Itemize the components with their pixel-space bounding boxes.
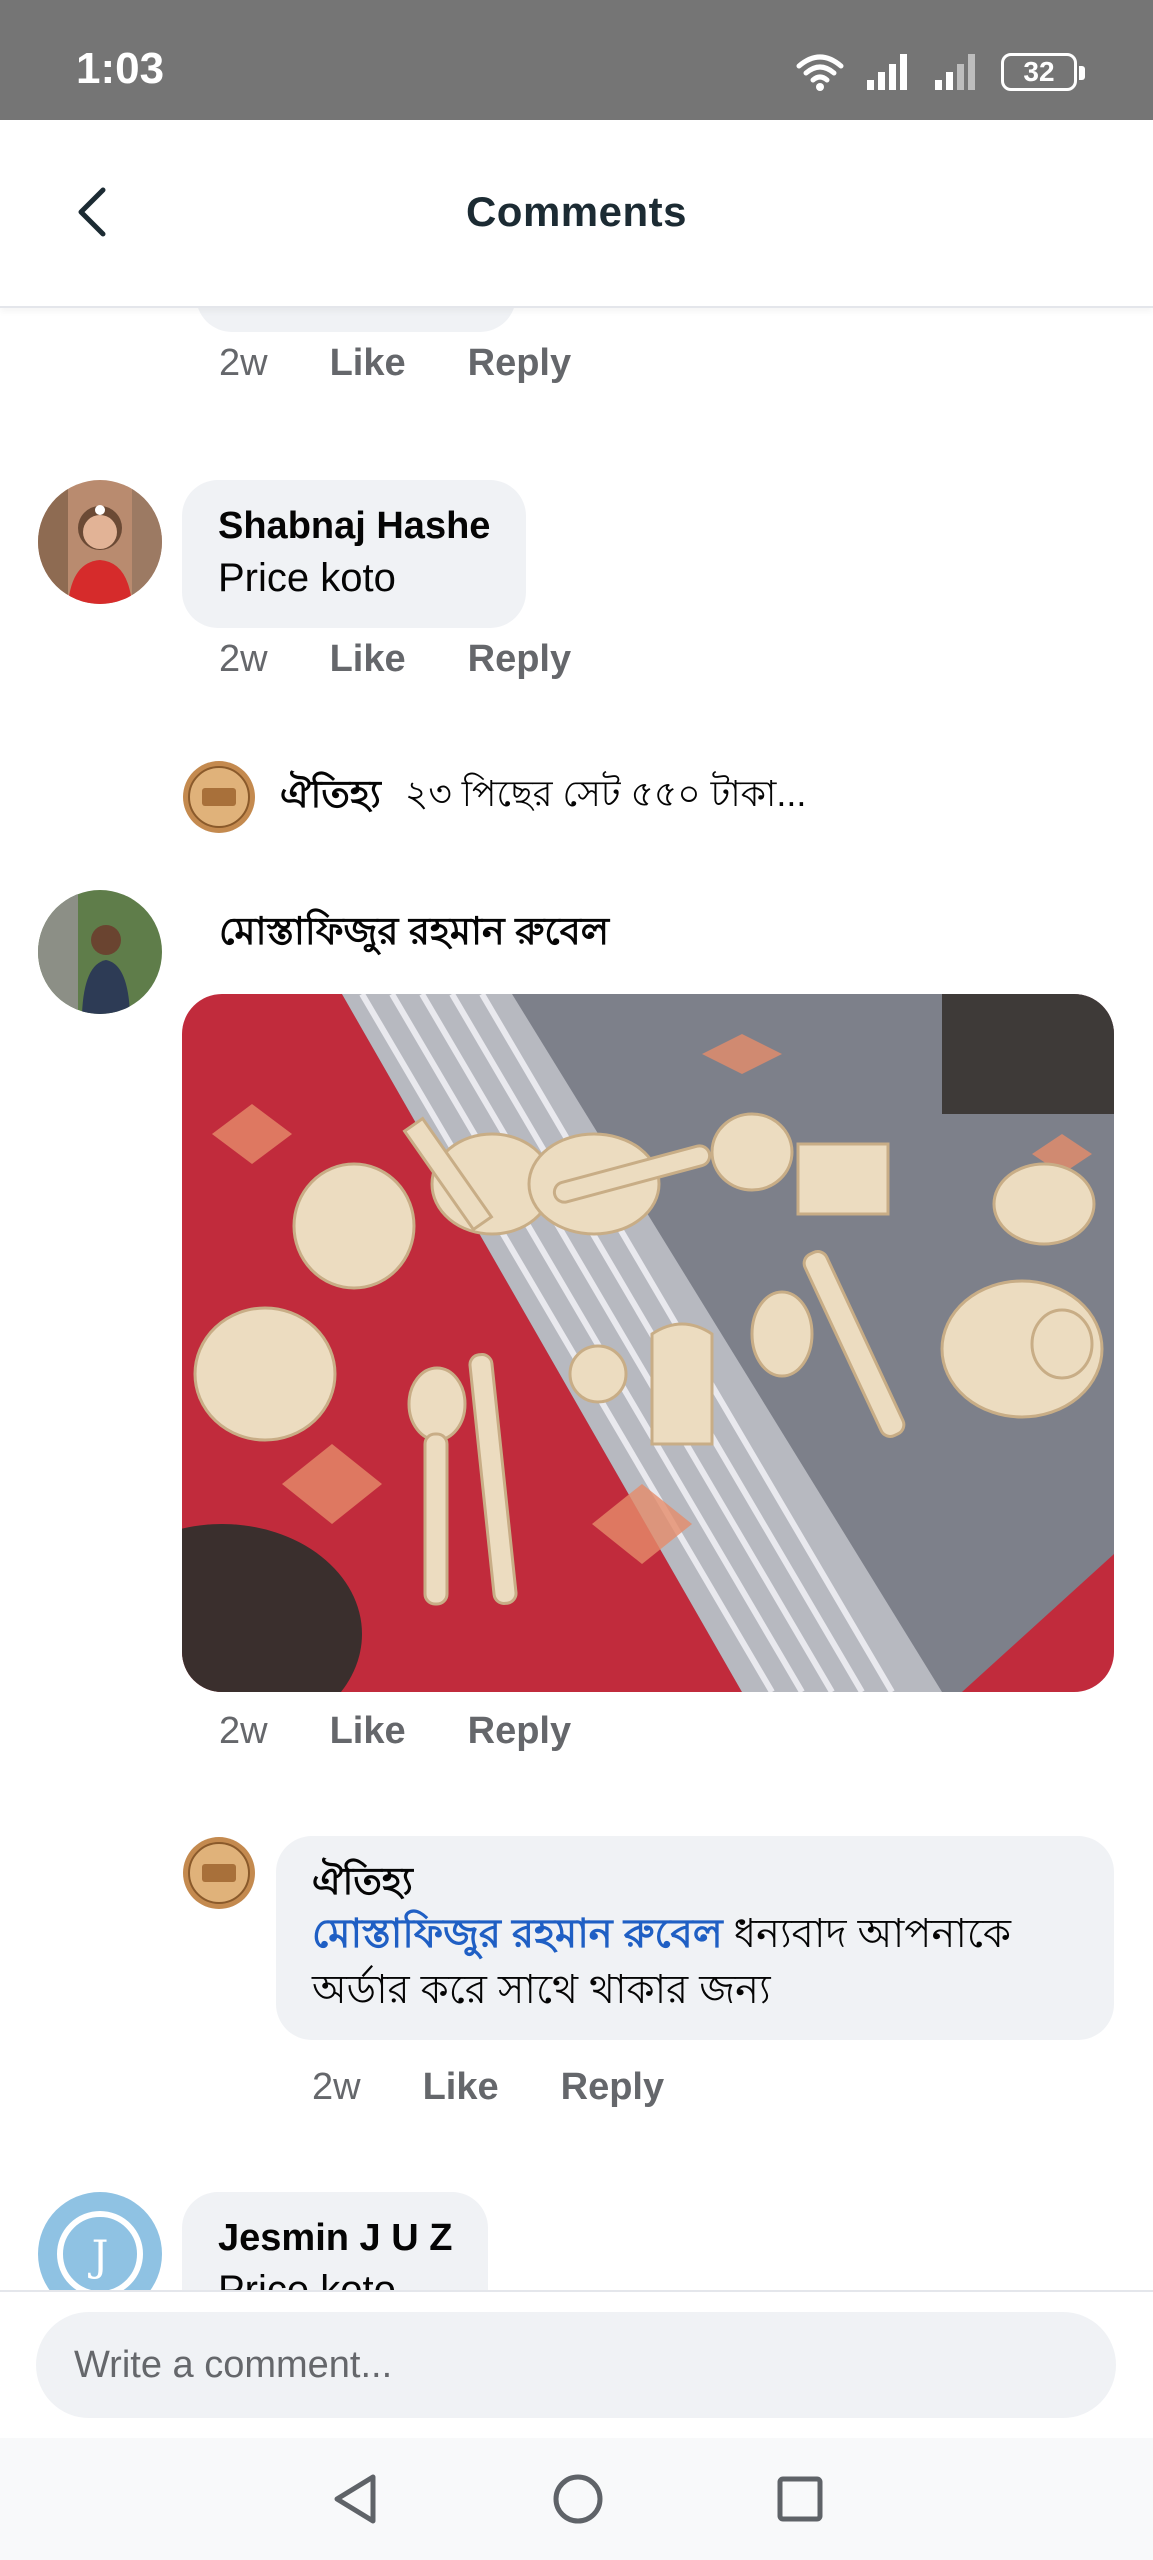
- status-time: 1:03: [76, 44, 165, 93]
- svg-text:J: J: [88, 2231, 109, 2280]
- battery-level: 32: [1023, 56, 1055, 87]
- home-circle-icon[interactable]: [551, 2472, 605, 2526]
- comment-actions: 2w Like Reply: [219, 342, 571, 385]
- comment-image[interactable]: [182, 994, 1114, 1692]
- reply-time: 2w: [312, 2066, 361, 2108]
- comment-input[interactable]: [36, 2312, 1116, 2418]
- signal-weak-icon: [935, 54, 975, 90]
- reply-text: ধন্যবাদ আপনাকে: [722, 1912, 1011, 1956]
- comment-text: Price koto: [218, 2268, 396, 2290]
- comment-actions: 2w Like Reply: [219, 1710, 571, 1753]
- reply-preview-author: ঐতিহ্য: [280, 774, 381, 816]
- reply-text-line1: মোস্তাফিজুর রহমান রুবেল ধন্যবাদ আপনাকে: [312, 1906, 1078, 1962]
- reply-text-line2: অর্ডার করে সাথে থাকার জন্য: [312, 1968, 771, 2012]
- reply-button[interactable]: Reply: [468, 342, 571, 385]
- comment-bubble[interactable]: Shabnaj Hashe Price koto: [182, 480, 527, 628]
- like-button[interactable]: Like: [330, 1710, 406, 1753]
- reply-author[interactable]: ঐতিহ্য: [312, 1858, 1078, 1906]
- comment-actions: 2w Like Reply: [219, 638, 571, 681]
- comment-time: 2w: [219, 342, 268, 384]
- comment-time: 2w: [219, 1710, 268, 1752]
- reply-button[interactable]: Reply: [468, 638, 571, 681]
- wifi-icon: [796, 54, 844, 91]
- like-button[interactable]: Like: [423, 2066, 499, 2109]
- page-avatar[interactable]: [182, 1836, 256, 1910]
- signal-icon: [867, 54, 907, 90]
- comment-composer: [0, 2290, 1153, 2438]
- status-bar: 1:03 32: [0, 0, 1153, 120]
- avatar[interactable]: [38, 890, 162, 1014]
- comment-author[interactable]: মোস্তাফিজুর রহমান রুবেল: [219, 908, 609, 956]
- comment-time: 2w: [219, 638, 268, 680]
- avatar[interactable]: J: [38, 2192, 162, 2290]
- system-nav-bar: [0, 2438, 1153, 2560]
- avatar[interactable]: [38, 480, 162, 604]
- back-triangle-icon[interactable]: [329, 2471, 381, 2527]
- comment-bubble-partial: [196, 308, 516, 332]
- comment-author[interactable]: Jesmin J U Z: [218, 2214, 452, 2262]
- like-button[interactable]: Like: [330, 638, 406, 681]
- reply-actions: 2w Like Reply: [312, 2066, 664, 2109]
- page-title: Comments: [465, 188, 688, 235]
- reply-preview[interactable]: ঐতিহ্য ২৩ পিছের সেট ৫৫০ টাকা...: [182, 760, 806, 834]
- comment-text: Price koto: [218, 556, 396, 600]
- comments-header: Comments: [0, 120, 1153, 308]
- status-icons: 32: [795, 44, 1085, 100]
- comment-author[interactable]: Shabnaj Hashe: [218, 502, 490, 550]
- comment-bubble[interactable]: Jesmin J U Z Price koto: [182, 2192, 489, 2290]
- battery-icon: 32: [1001, 53, 1085, 91]
- recents-square-icon[interactable]: [775, 2474, 825, 2524]
- reply-preview-text: ২৩ পিছের সেট ৫৫০ টাকা...: [404, 773, 807, 814]
- like-button[interactable]: Like: [330, 342, 406, 385]
- reply-button[interactable]: Reply: [561, 2066, 664, 2109]
- page-avatar: [182, 760, 256, 834]
- mention-link[interactable]: মোস্তাফিজুর রহমান রুবেল: [312, 1912, 723, 1956]
- reply-button[interactable]: Reply: [468, 1710, 571, 1753]
- reply-bubble[interactable]: ঐতিহ্য মোস্তাফিজুর রহমান রুবেল ধন্যবাদ আ…: [276, 1836, 1114, 2040]
- comments-list[interactable]: 2w Like Reply Shabnaj Hashe Price koto 2…: [0, 308, 1153, 2290]
